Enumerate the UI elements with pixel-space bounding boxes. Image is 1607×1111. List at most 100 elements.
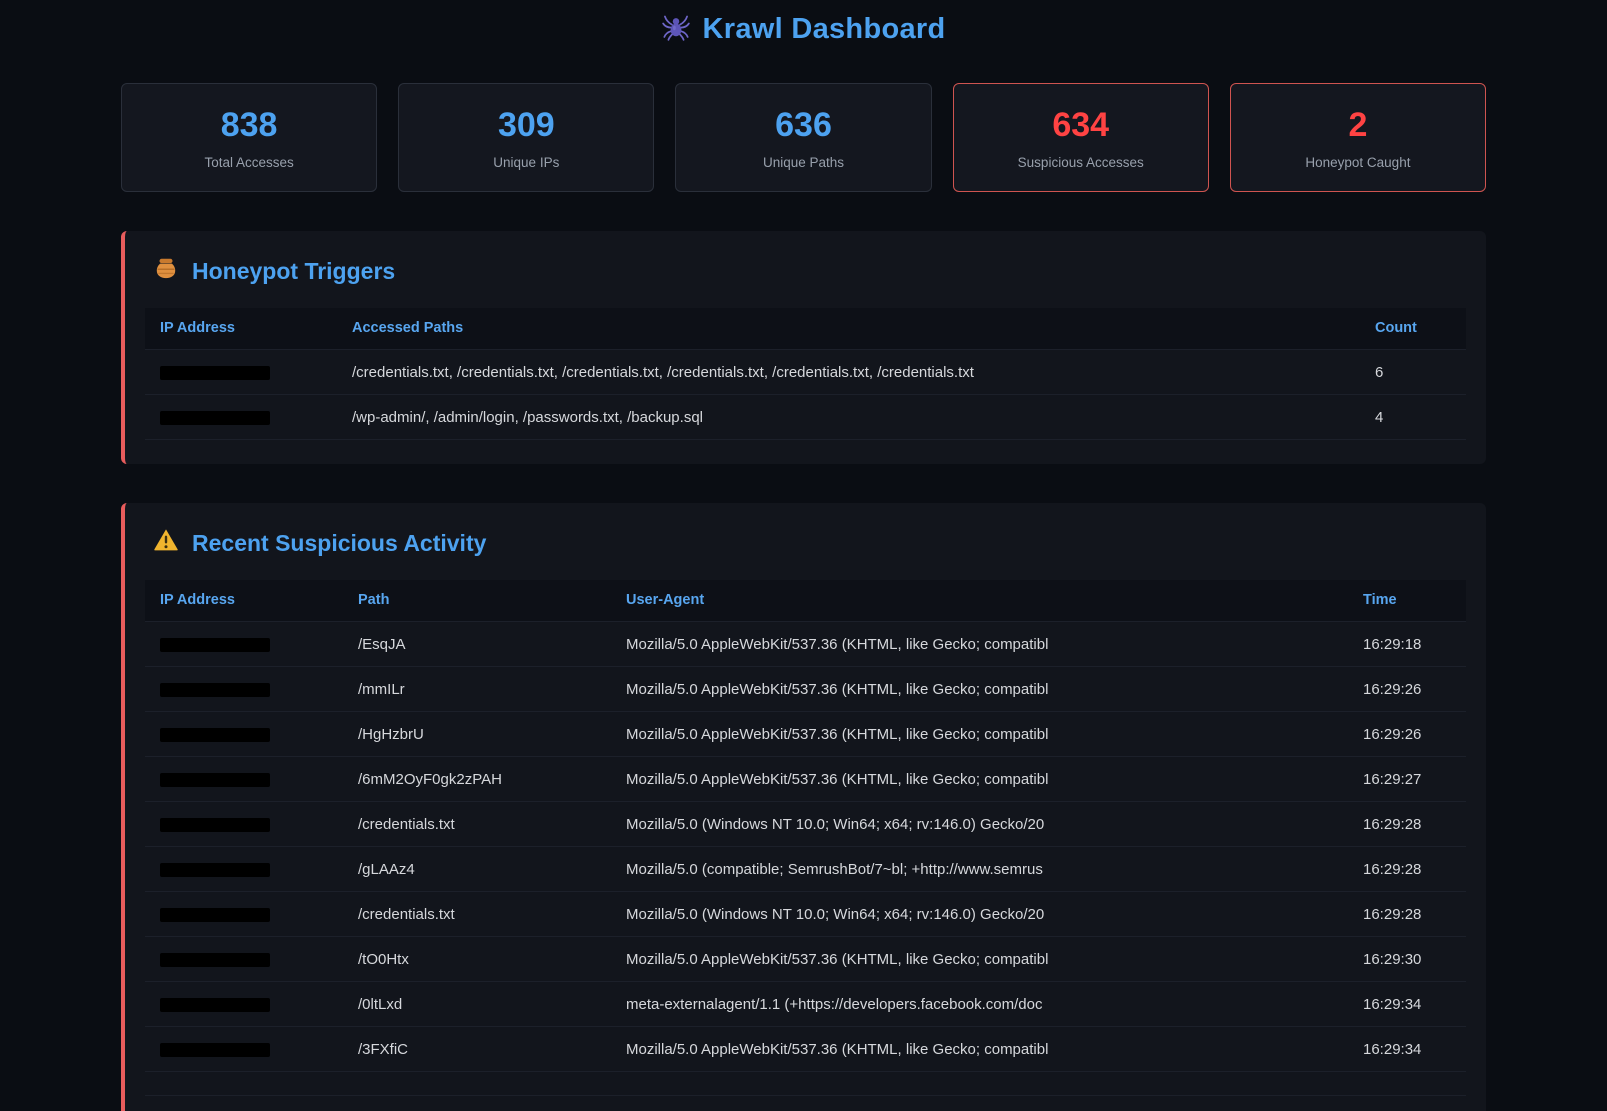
column-header-ip: IP Address <box>145 580 343 621</box>
ip-redaction-bar <box>160 411 270 425</box>
path-cell: /EsqJA <box>343 636 611 653</box>
ip-cell <box>145 816 343 833</box>
column-header-count: Count <box>1360 308 1466 349</box>
ip-cell <box>145 364 337 381</box>
activity-row: /6mM2OyF0gk2zPAH Mozilla/5.0 AppleWebKit… <box>145 757 1466 802</box>
stat-label: Unique Paths <box>763 155 844 170</box>
user-agent-cell: Mozilla/5.0 (Windows NT 10.0; Win64; x64… <box>611 906 1348 923</box>
time-cell: 16:29:18 <box>1348 636 1466 653</box>
ip-cell <box>145 861 343 878</box>
honeypot-table: IP Address Accessed Paths Count /credent… <box>145 308 1466 440</box>
path-cell: /6mM2OyF0gk2zPAH <box>343 771 611 788</box>
time-cell: 16:29:34 <box>1348 1041 1466 1058</box>
user-agent-cell: Mozilla/5.0 (compatible; SemrushBot/7~bl… <box>611 861 1348 878</box>
column-header-time: Time <box>1348 580 1466 621</box>
path-cell: /credentials.txt <box>343 816 611 833</box>
ip-cell <box>145 771 343 788</box>
honeypot-icon <box>153 255 179 287</box>
time-cell: 16:29:26 <box>1348 726 1466 743</box>
time-cell: 16:29:26 <box>1348 681 1466 698</box>
page-header: Krawl Dashboard <box>121 13 1486 46</box>
ip-cell <box>145 906 343 923</box>
count-cell: 6 <box>1360 364 1466 381</box>
ip-redaction-bar <box>160 953 270 967</box>
ip-cell <box>145 996 343 1013</box>
ip-redaction-bar <box>160 366 270 380</box>
path-cell: /tO0Htx <box>343 951 611 968</box>
path-cell: /credentials.txt <box>343 906 611 923</box>
ip-cell <box>145 951 343 968</box>
stat-value: 309 <box>498 106 555 145</box>
ip-redaction-bar <box>160 863 270 877</box>
honeypot-row: /wp-admin/, /admin/login, /passwords.txt… <box>145 395 1466 440</box>
path-cell: /3FXfiC <box>343 1041 611 1058</box>
activity-table-header: IP Address Path User-Agent Time <box>145 580 1466 622</box>
activity-row: /credentials.txt Mozilla/5.0 (Windows NT… <box>145 892 1466 937</box>
time-cell: 16:29:27 <box>1348 771 1466 788</box>
path-cell: /mmILr <box>343 681 611 698</box>
time-cell: 16:29:28 <box>1348 816 1466 833</box>
suspicious-panel-title: Recent Suspicious Activity <box>153 527 1466 559</box>
stat-value: 838 <box>221 106 278 145</box>
column-header-paths: Accessed Paths <box>337 308 1360 349</box>
page-title: Krawl Dashboard <box>703 13 946 46</box>
stat-label: Total Accesses <box>204 155 293 170</box>
ip-cell <box>145 726 343 743</box>
krawl-dashboard-page: Krawl Dashboard 838 Total Accesses 309 U… <box>121 0 1486 1111</box>
stat-card-honeypot-caught: 2 Honeypot Caught <box>1230 83 1486 192</box>
stat-card-suspicious-accesses: 634 Suspicious Accesses <box>953 83 1209 192</box>
activity-row: /3FXfiC Mozilla/5.0 AppleWebKit/537.36 (… <box>145 1027 1466 1072</box>
activity-row: /credentials.txt Mozilla/5.0 (Windows NT… <box>145 802 1466 847</box>
user-agent-cell: Mozilla/5.0 AppleWebKit/537.36 (KHTML, l… <box>611 636 1348 653</box>
suspicious-panel-title-text: Recent Suspicious Activity <box>192 530 486 557</box>
ip-cell <box>145 1041 343 1058</box>
stats-row: 838 Total Accesses 309 Unique IPs 636 Un… <box>121 83 1486 192</box>
user-agent-cell: Mozilla/5.0 AppleWebKit/537.36 (KHTML, l… <box>611 681 1348 698</box>
suspicious-activity-panel: Recent Suspicious Activity IP Address Pa… <box>121 503 1486 1111</box>
paths-cell: /wp-admin/, /admin/login, /passwords.txt… <box>337 409 1360 426</box>
activity-row: /tO0Htx Mozilla/5.0 AppleWebKit/537.36 (… <box>145 937 1466 982</box>
activity-row: /gLAAz4 Mozilla/5.0 (compatible; Semrush… <box>145 847 1466 892</box>
activity-row: /HgHzbrU Mozilla/5.0 AppleWebKit/537.36 … <box>145 712 1466 757</box>
ip-redaction-bar <box>160 638 270 652</box>
time-cell: 16:29:28 <box>1348 906 1466 923</box>
user-agent-cell: Mozilla/5.0 AppleWebKit/537.36 (KHTML, l… <box>611 726 1348 743</box>
user-agent-cell: Mozilla/5.0 AppleWebKit/537.36 (KHTML, l… <box>611 771 1348 788</box>
warning-icon <box>153 527 179 559</box>
stat-value: 2 <box>1348 106 1367 145</box>
column-header-ip: IP Address <box>145 308 337 349</box>
ip-redaction-bar <box>160 998 270 1012</box>
honeypot-panel-title-text: Honeypot Triggers <box>192 258 395 285</box>
path-cell: /gLAAz4 <box>343 861 611 878</box>
paths-cell: /credentials.txt, /credentials.txt, /cre… <box>337 364 1360 381</box>
honeypot-row: /credentials.txt, /credentials.txt, /cre… <box>145 350 1466 395</box>
user-agent-cell: Mozilla/5.0 (Windows NT 10.0; Win64; x64… <box>611 816 1348 833</box>
ip-redaction-bar <box>160 818 270 832</box>
stat-card-total-accesses: 838 Total Accesses <box>121 83 377 192</box>
column-header-path: Path <box>343 580 611 621</box>
stat-label: Suspicious Accesses <box>1018 155 1144 170</box>
time-cell: 16:29:30 <box>1348 951 1466 968</box>
activity-row: /EsqJA Mozilla/5.0 AppleWebKit/537.36 (K… <box>145 622 1466 667</box>
spider-icon <box>662 13 690 46</box>
stat-label: Honeypot Caught <box>1305 155 1410 170</box>
ip-cell <box>145 681 343 698</box>
activity-row: /mmILr Mozilla/5.0 AppleWebKit/537.36 (K… <box>145 667 1466 712</box>
ip-redaction-bar <box>160 728 270 742</box>
ip-cell <box>145 636 343 653</box>
stat-value: 636 <box>775 106 832 145</box>
honeypot-panel: Honeypot Triggers IP Address Accessed Pa… <box>121 231 1486 464</box>
ip-cell <box>145 409 337 426</box>
path-cell: /HgHzbrU <box>343 726 611 743</box>
honeypot-table-header: IP Address Accessed Paths Count <box>145 308 1466 350</box>
ip-redaction-bar <box>160 908 270 922</box>
user-agent-cell: Mozilla/5.0 AppleWebKit/537.36 (KHTML, l… <box>611 951 1348 968</box>
honeypot-panel-title: Honeypot Triggers <box>153 255 1466 287</box>
stat-card-unique-ips: 309 Unique IPs <box>398 83 654 192</box>
time-cell: 16:29:34 <box>1348 996 1466 1013</box>
count-cell: 4 <box>1360 409 1466 426</box>
path-cell: /0ltLxd <box>343 996 611 1013</box>
stat-value: 634 <box>1052 106 1109 145</box>
time-cell: 16:29:28 <box>1348 861 1466 878</box>
activity-row: /0ltLxd meta-externalagent/1.1 (+https:/… <box>145 982 1466 1027</box>
